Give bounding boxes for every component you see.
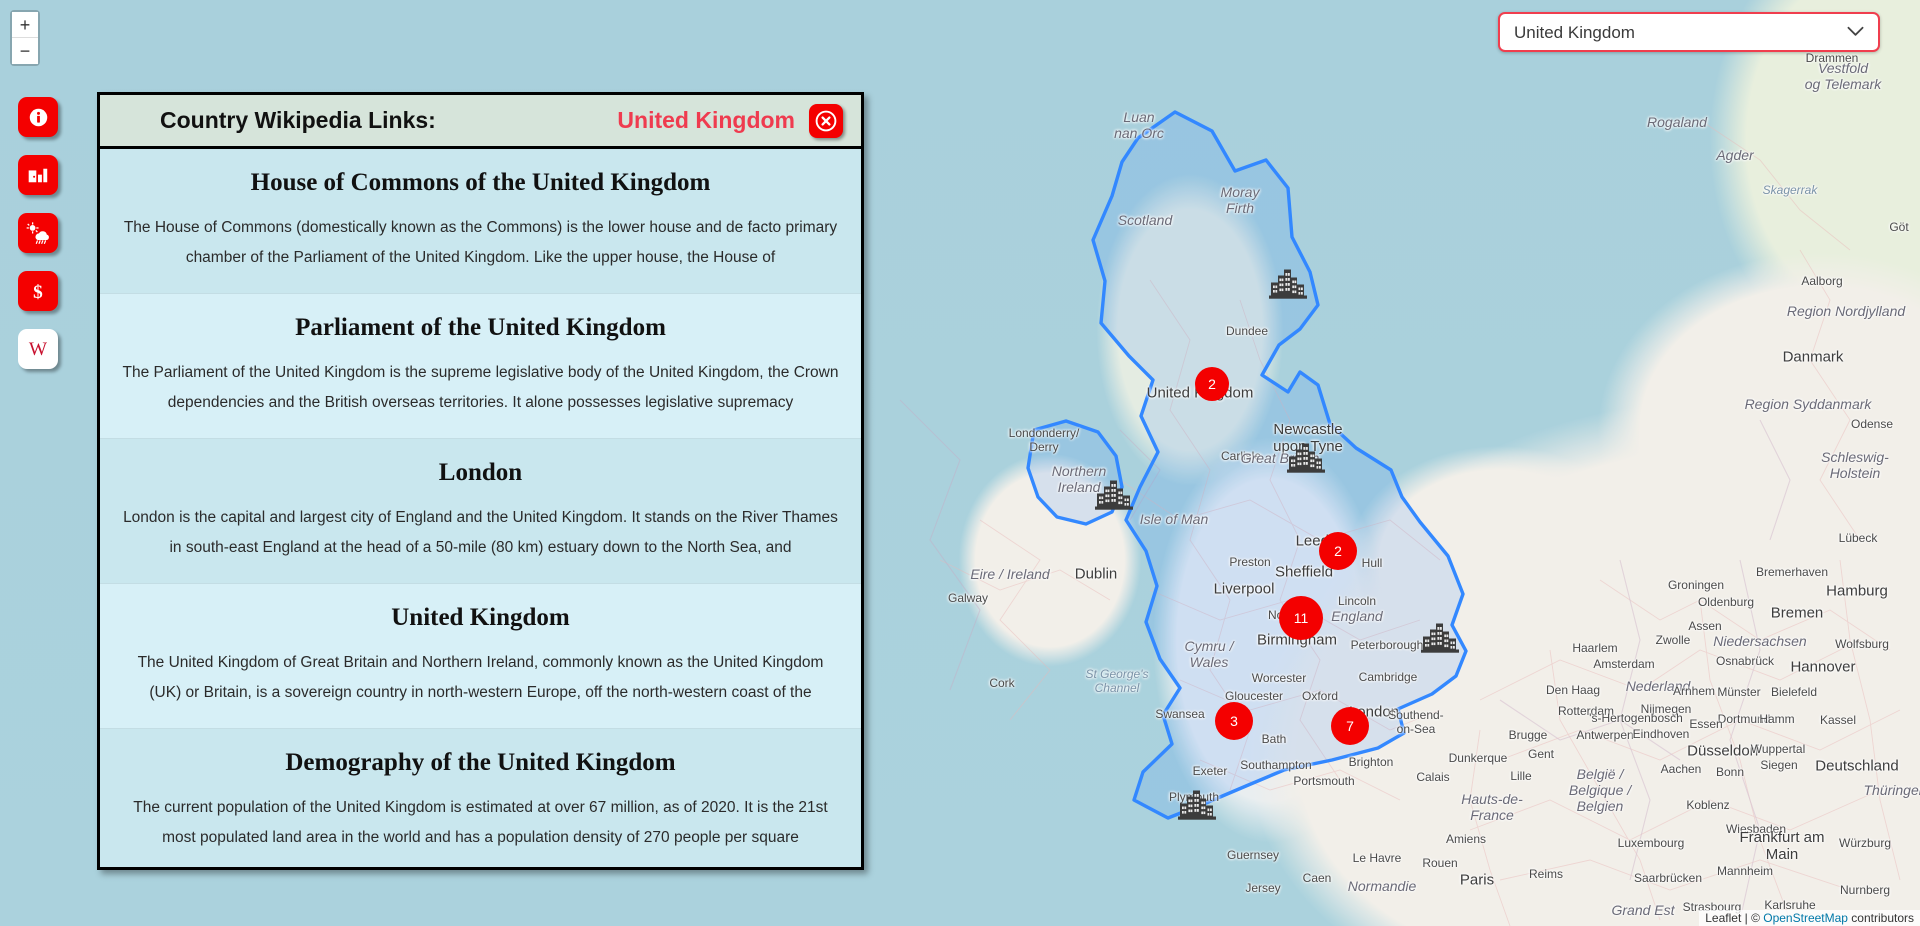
map-attribution: Leaflet | © OpenStreetMap contributors <box>1699 910 1920 926</box>
svg-text:$: $ <box>33 282 43 302</box>
country-wikipedia-panel: Country Wikipedia Links: United Kingdom … <box>97 92 864 870</box>
dollar-sign-icon: $ <box>33 282 43 302</box>
close-panel-button[interactable] <box>809 103 843 138</box>
close-circle-icon <box>815 110 837 131</box>
weather-sun-cloud-rain-icon <box>26 222 49 244</box>
wikipedia-entry-summary: The current population of the United Kin… <box>133 799 828 847</box>
wikipedia-entry-summary: The House of Commons (domestically known… <box>123 219 838 267</box>
zoom-in-button[interactable]: + <box>12 12 38 38</box>
zoom-control[interactable]: + − <box>10 10 40 66</box>
castle-icon[interactable] <box>1286 440 1326 479</box>
panel-scroll-area[interactable]: House of Commons of the United Kingdom Th… <box>100 149 861 867</box>
castle-icon[interactable] <box>1420 620 1460 659</box>
map-cluster-marker[interactable]: 3 <box>1215 702 1253 740</box>
wikipedia-w-icon: W <box>29 339 48 360</box>
wikipedia-entry-summary: The Parliament of the United Kingdom is … <box>122 364 839 412</box>
sidebar-item-currency[interactable]: $ <box>18 271 58 311</box>
sidebar-buttons: $ W <box>18 97 58 369</box>
wikipedia-entry-list: House of Commons of the United Kingdom Th… <box>100 149 861 867</box>
info-circle-icon <box>29 108 47 126</box>
panel-country-name: United Kingdom <box>617 107 795 133</box>
country-selector: United KingdomFranceGermanyIrelandSpainI… <box>1498 12 1880 52</box>
sidebar-item-wikipedia[interactable]: W <box>18 329 58 369</box>
sidebar-item-statistics[interactable] <box>18 155 58 195</box>
bar-chart-icon <box>28 168 48 182</box>
wikipedia-entry[interactable]: United Kingdom The United Kingdom of Grea… <box>100 584 861 729</box>
map-cluster-marker[interactable]: 11 <box>1279 596 1323 640</box>
sidebar-item-info[interactable] <box>18 97 58 137</box>
country-select[interactable]: United KingdomFranceGermanyIrelandSpainI… <box>1498 12 1880 52</box>
wikipedia-entry-summary: The United Kingdom of Great Britain and … <box>137 654 824 702</box>
map-cluster-marker[interactable]: 2 <box>1195 367 1229 401</box>
wikipedia-entry[interactable]: Demography of the United Kingdom The curr… <box>100 729 861 867</box>
zoom-out-button[interactable]: − <box>12 38 38 64</box>
wikipedia-entry[interactable]: Parliament of the United Kingdom The Parl… <box>100 294 861 439</box>
wikipedia-entry-title[interactable]: London <box>122 459 839 487</box>
wikipedia-entry-summary: London is the capital and largest city o… <box>123 509 838 557</box>
wikipedia-entry-title[interactable]: House of Commons of the United Kingdom <box>122 169 839 197</box>
wikipedia-entry-title[interactable]: Parliament of the United Kingdom <box>122 314 839 342</box>
attribution-prefix: Leaflet | © <box>1705 911 1764 925</box>
map-application: OsloDrammenVestfold og TelemarkRogalandA… <box>0 0 1920 926</box>
attribution-suffix: contributors <box>1847 911 1914 925</box>
wikipedia-entry[interactable]: House of Commons of the United Kingdom Th… <box>100 149 861 294</box>
wikipedia-entry[interactable]: London London is the capital and largest … <box>100 439 861 584</box>
map-cluster-marker[interactable]: 2 <box>1319 532 1357 570</box>
panel-title: Country Wikipedia Links: <box>160 107 436 133</box>
map-cluster-marker[interactable]: 7 <box>1331 707 1369 745</box>
panel-header: Country Wikipedia Links: United Kingdom <box>100 95 861 149</box>
svg-text:W: W <box>29 339 48 360</box>
wikipedia-entry-title[interactable]: Demography of the United Kingdom <box>122 749 839 777</box>
castle-icon[interactable] <box>1268 266 1308 305</box>
wikipedia-entry-title[interactable]: United Kingdom <box>122 604 839 632</box>
castle-icon[interactable] <box>1094 477 1134 516</box>
castle-icon[interactable] <box>1177 787 1217 826</box>
sidebar-item-weather[interactable] <box>18 213 58 253</box>
openstreetmap-link[interactable]: OpenStreetMap <box>1763 911 1848 925</box>
